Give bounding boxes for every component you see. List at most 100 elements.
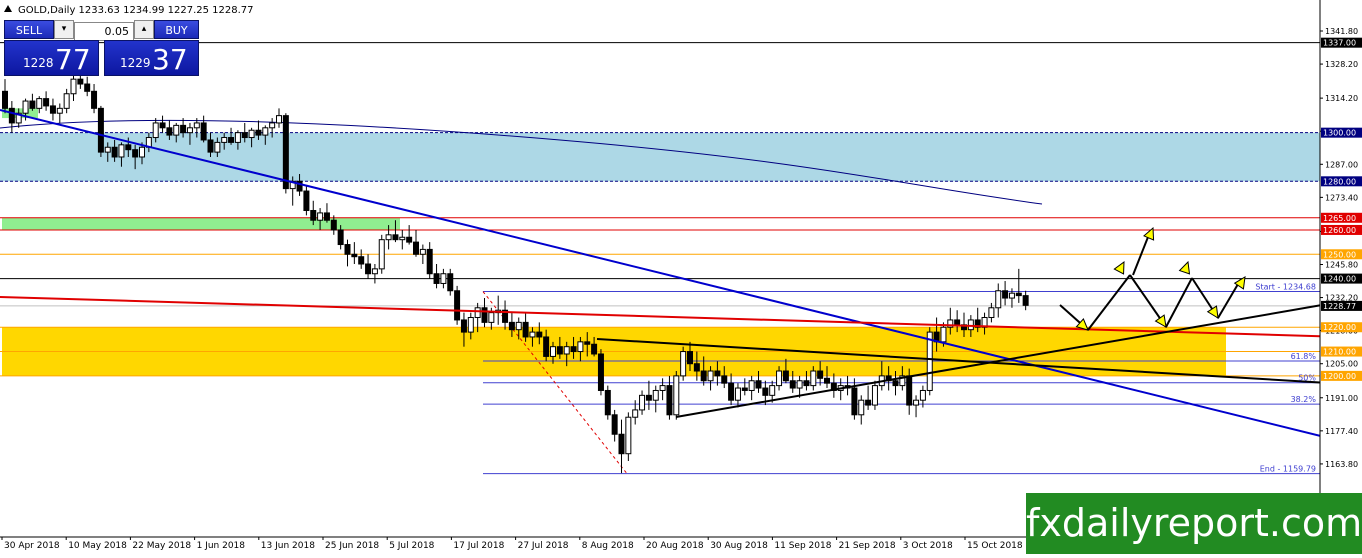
candle-body xyxy=(700,370,707,382)
candle-body xyxy=(70,78,77,95)
candle-body xyxy=(858,399,865,416)
time-tick-label: 1 Jun 2018 xyxy=(197,541,246,551)
candle-body xyxy=(1015,292,1022,297)
fib-label: 38.2% xyxy=(1291,395,1317,404)
candle-body xyxy=(406,236,413,243)
candle-body xyxy=(824,377,830,384)
candle-body xyxy=(125,144,132,151)
price-level-label: 1260.00 xyxy=(1323,226,1356,235)
candle-body xyxy=(851,387,858,416)
buy-price-button[interactable]: 1229 37 xyxy=(104,40,199,76)
candle xyxy=(97,105,104,157)
price-level-label: 1220.00 xyxy=(1323,323,1356,332)
candle-body xyxy=(652,389,659,401)
candle-body xyxy=(645,394,652,401)
candle-body xyxy=(378,239,385,270)
candle-body xyxy=(687,351,693,365)
candle-body xyxy=(604,389,611,416)
price-chart[interactable]: 1341.801328.201314.201300.601287.001273.… xyxy=(0,0,1362,554)
candle-body xyxy=(310,209,317,221)
candle xyxy=(303,186,310,216)
candle-body xyxy=(597,353,604,391)
candle-body xyxy=(467,317,474,333)
candle-body xyxy=(810,370,817,387)
candle-body xyxy=(262,127,269,136)
candle xyxy=(597,349,604,396)
candle-body xyxy=(892,380,899,387)
fib-label: Start - 1234.68 xyxy=(1255,283,1316,292)
candle-body xyxy=(454,290,461,321)
candle-body xyxy=(371,268,378,275)
candle-body xyxy=(591,343,598,355)
chart-window: 1341.801328.201314.201300.601287.001273.… xyxy=(0,0,1362,554)
candle-body xyxy=(995,290,1002,309)
price-tick-label: 1328.20 xyxy=(1325,60,1358,69)
candle-body xyxy=(618,433,625,455)
time-tick-label: 21 Sep 2018 xyxy=(839,541,896,551)
candle-body xyxy=(906,375,913,406)
one-click-trading-panel: SELL ▾ ▴ BUY 1228 77 1229 37 xyxy=(4,20,199,76)
candle-body xyxy=(611,414,618,435)
candle-body xyxy=(221,137,228,143)
price-tick-label: 1341.80 xyxy=(1325,27,1358,36)
price-tick-label: 1273.40 xyxy=(1325,193,1358,202)
candle-body xyxy=(556,346,563,355)
buy-button[interactable]: BUY xyxy=(154,20,199,39)
candle-body xyxy=(570,346,577,353)
candle-body xyxy=(111,146,118,158)
candle-body xyxy=(762,387,769,396)
candle-body xyxy=(49,105,56,114)
price-level-label: 1200.00 xyxy=(1323,372,1356,381)
candle-body xyxy=(871,385,878,406)
candle-body xyxy=(1008,292,1015,299)
lot-decrease-button[interactable]: ▾ xyxy=(54,20,74,39)
candle-body xyxy=(550,346,556,357)
candle-body xyxy=(577,341,584,353)
candle-body xyxy=(166,127,173,136)
candle-body xyxy=(84,83,91,92)
candle-body xyxy=(399,236,406,241)
sell-price-button[interactable]: 1228 77 xyxy=(4,40,99,76)
candle-body xyxy=(728,382,735,401)
fib-label: End - 1159.79 xyxy=(1260,465,1316,474)
candle-body xyxy=(200,122,207,141)
lot-size-input[interactable] xyxy=(74,22,134,41)
candle-body xyxy=(625,416,632,455)
candle-body xyxy=(426,248,433,275)
lot-increase-button[interactable]: ▴ xyxy=(134,20,154,39)
time-tick-label: 11 Sep 2018 xyxy=(774,541,831,551)
price-tick-label: 1245.80 xyxy=(1325,260,1358,269)
candle-body xyxy=(734,387,741,401)
candle-body xyxy=(132,149,139,158)
sell-button[interactable]: SELL xyxy=(4,20,54,39)
candle-body xyxy=(433,273,440,284)
candle-body xyxy=(104,146,111,153)
candle-body xyxy=(282,115,289,190)
price-level-label: 1265.00 xyxy=(1323,214,1356,223)
candle-body xyxy=(234,132,241,143)
price-tick-label: 1205.00 xyxy=(1325,360,1358,369)
buy-price-small: 1229 xyxy=(120,56,151,70)
candle xyxy=(673,371,680,420)
candle-body xyxy=(1022,295,1029,306)
time-tick-label: 3 Oct 2018 xyxy=(903,541,953,551)
candle-body xyxy=(351,253,358,258)
time-tick-label: 10 May 2018 xyxy=(68,541,127,551)
candle-body xyxy=(714,370,721,377)
candle-body xyxy=(152,122,159,139)
price-level-label: 1280.00 xyxy=(1323,177,1356,186)
candle-body xyxy=(248,129,255,139)
candle-body xyxy=(413,241,419,255)
candle-body xyxy=(769,385,776,396)
candle-body xyxy=(1002,290,1009,299)
time-tick-label: 27 Jul 2018 xyxy=(518,541,569,551)
candle-body xyxy=(317,212,324,221)
candle-body xyxy=(632,409,639,418)
candle-body xyxy=(207,139,214,153)
candle-body xyxy=(323,212,330,221)
candle-body xyxy=(29,100,36,109)
candle-body xyxy=(659,385,666,391)
candle-body xyxy=(693,363,700,372)
candle-body xyxy=(365,263,372,275)
candle-body xyxy=(460,319,467,333)
